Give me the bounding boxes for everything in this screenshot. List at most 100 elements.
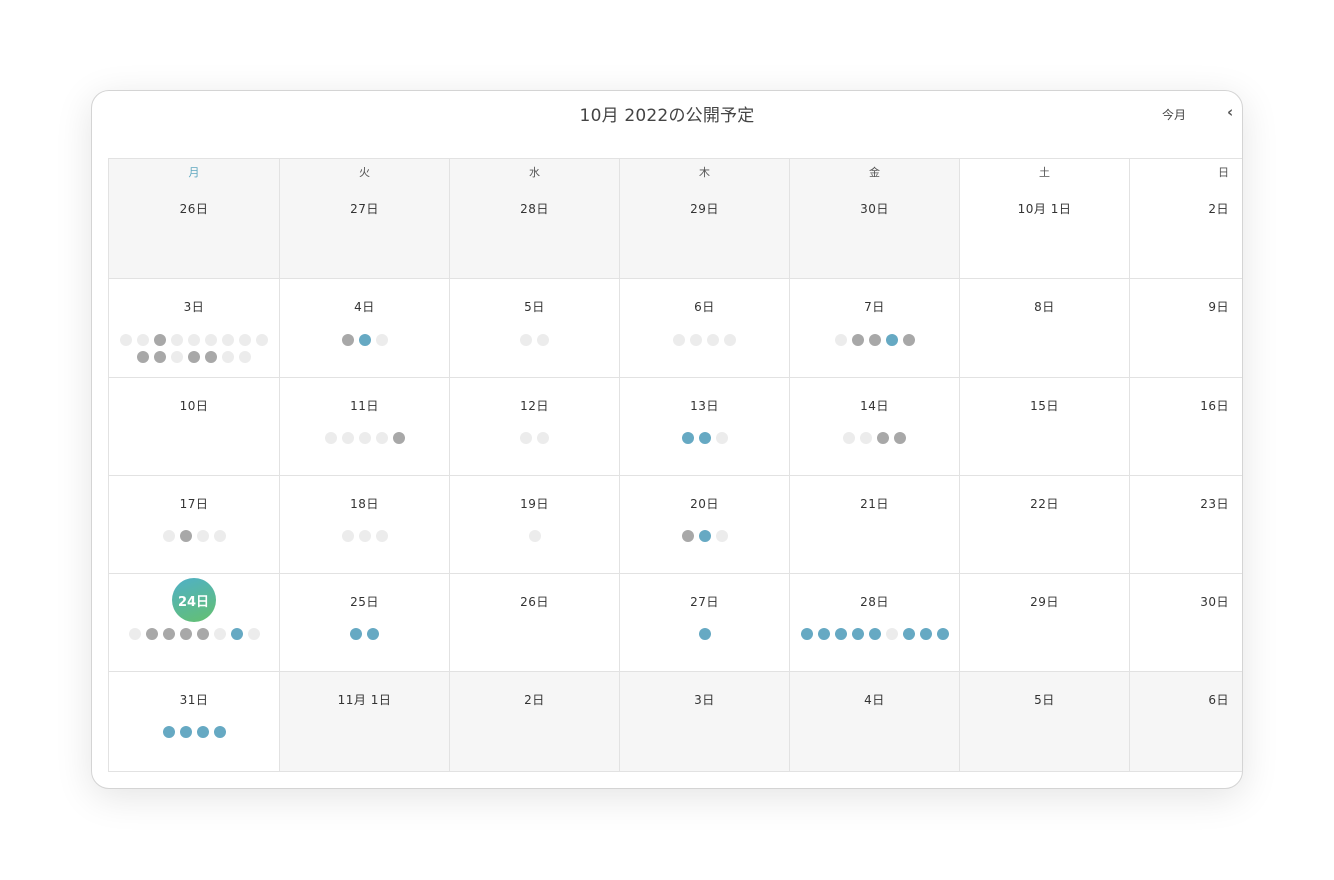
calendar-day-cell[interactable]: 19日 <box>450 476 620 573</box>
event-dot-empty[interactable] <box>715 530 728 542</box>
calendar-day-cell[interactable]: 15日 <box>960 378 1130 475</box>
event-dot-blue[interactable] <box>698 530 711 542</box>
calendar-day-cell[interactable]: 29日 <box>960 574 1130 671</box>
event-dot-empty[interactable] <box>137 334 149 346</box>
event-dot-gray[interactable] <box>179 628 192 640</box>
event-dot-blue[interactable] <box>358 334 371 346</box>
event-dot-blue[interactable] <box>919 628 932 640</box>
event-dot-blue[interactable] <box>885 334 898 346</box>
event-dot-empty[interactable] <box>537 334 549 346</box>
calendar-day-cell[interactable]: 11日 <box>280 378 450 475</box>
event-dot-empty[interactable] <box>171 334 183 346</box>
event-dot-empty[interactable] <box>341 530 354 542</box>
calendar-day-cell[interactable]: 金 30日 <box>790 159 960 278</box>
event-dot-blue[interactable] <box>350 628 362 640</box>
event-dot-empty[interactable] <box>358 432 371 444</box>
event-dot-gray[interactable] <box>681 530 694 542</box>
event-dot-empty[interactable] <box>358 530 371 542</box>
event-dot-blue[interactable] <box>698 628 711 640</box>
event-dot-empty[interactable] <box>528 530 541 542</box>
calendar-day-cell[interactable]: 4日 <box>280 279 450 377</box>
event-dot-empty[interactable] <box>520 334 532 346</box>
calendar-day-cell[interactable]: 23日 <box>1130 476 1242 573</box>
event-dot-gray[interactable] <box>154 351 166 363</box>
calendar-day-cell[interactable]: 25日 <box>280 574 450 671</box>
event-dot-empty[interactable] <box>188 334 200 346</box>
event-dot-blue[interactable] <box>179 726 192 738</box>
event-dot-empty[interactable] <box>222 334 234 346</box>
event-dot-blue[interactable] <box>230 628 243 640</box>
calendar-day-cell[interactable]: 土 10月 1日 <box>960 159 1130 278</box>
event-dot-empty[interactable] <box>690 334 702 346</box>
event-dot-blue[interactable] <box>681 432 694 444</box>
calendar-day-cell[interactable]: 10日 <box>109 378 280 475</box>
calendar-day-cell[interactable]: 水 28日 <box>450 159 620 278</box>
calendar-day-cell[interactable]: 26日 <box>450 574 620 671</box>
event-dot-empty[interactable] <box>222 351 234 363</box>
event-dot-empty[interactable] <box>860 432 872 444</box>
event-dot-blue[interactable] <box>817 628 830 640</box>
event-dot-gray[interactable] <box>162 628 175 640</box>
calendar-day-cell[interactable]: 月 26日 <box>109 159 280 278</box>
event-dot-empty[interactable] <box>715 432 728 444</box>
event-dot-empty[interactable] <box>162 530 175 542</box>
calendar-day-cell[interactable]: 4日 <box>790 672 960 771</box>
event-dot-blue[interactable] <box>936 628 949 640</box>
calendar-day-cell[interactable]: 12日 <box>450 378 620 475</box>
calendar-day-cell[interactable]: 木 29日 <box>620 159 790 278</box>
event-dot-gray[interactable] <box>145 628 158 640</box>
event-dot-empty[interactable] <box>213 530 226 542</box>
calendar-day-cell[interactable]: 28日 <box>790 574 960 671</box>
event-dot-empty[interactable] <box>537 432 549 444</box>
calendar-day-cell[interactable]: 9日 <box>1130 279 1242 377</box>
event-dot-blue[interactable] <box>213 726 226 738</box>
calendar-day-cell[interactable]: 31日 <box>109 672 280 771</box>
event-dot-empty[interactable] <box>375 432 388 444</box>
event-dot-blue[interactable] <box>162 726 175 738</box>
calendar-day-cell[interactable]: 日 2日 <box>1130 159 1242 278</box>
event-dot-gray[interactable] <box>137 351 149 363</box>
calendar-day-cell[interactable]: 24日 <box>109 574 280 671</box>
calendar-day-cell[interactable]: 3日 <box>620 672 790 771</box>
calendar-day-cell[interactable]: 14日 <box>790 378 960 475</box>
event-dot-empty[interactable] <box>885 628 898 640</box>
calendar-day-cell[interactable]: 27日 <box>620 574 790 671</box>
event-dot-empty[interactable] <box>375 334 388 346</box>
event-dot-empty[interactable] <box>520 432 532 444</box>
event-dot-empty[interactable] <box>213 628 226 640</box>
event-dot-blue[interactable] <box>698 432 711 444</box>
calendar-day-cell[interactable]: 8日 <box>960 279 1130 377</box>
event-dot-empty[interactable] <box>256 334 268 346</box>
calendar-day-cell[interactable]: 火 27日 <box>280 159 450 278</box>
event-dot-gray[interactable] <box>894 432 906 444</box>
event-dot-empty[interactable] <box>324 432 337 444</box>
today-marker[interactable]: 24日 <box>171 578 216 622</box>
this-month-button[interactable]: 今月 <box>1162 106 1186 123</box>
event-dot-gray[interactable] <box>868 334 881 346</box>
event-dot-empty[interactable] <box>843 432 855 444</box>
calendar-day-cell[interactable]: 13日 <box>620 378 790 475</box>
event-dot-blue[interactable] <box>868 628 881 640</box>
event-dot-gray[interactable] <box>179 530 192 542</box>
calendar-day-cell[interactable]: 22日 <box>960 476 1130 573</box>
event-dot-empty[interactable] <box>120 334 132 346</box>
event-dot-blue[interactable] <box>196 726 209 738</box>
calendar-day-cell[interactable]: 3日 <box>109 279 280 377</box>
event-dot-gray[interactable] <box>877 432 889 444</box>
event-dot-empty[interactable] <box>128 628 141 640</box>
event-dot-blue[interactable] <box>834 628 847 640</box>
calendar-day-cell[interactable]: 16日 <box>1130 378 1242 475</box>
event-dot-gray[interactable] <box>392 432 405 444</box>
calendar-day-cell[interactable]: 6日 <box>620 279 790 377</box>
calendar-day-cell[interactable]: 6日 <box>1130 672 1242 771</box>
calendar-day-cell[interactable]: 11月 1日 <box>280 672 450 771</box>
event-dot-blue[interactable] <box>851 628 864 640</box>
event-dot-gray[interactable] <box>902 334 915 346</box>
calendar-day-cell[interactable]: 30日 <box>1130 574 1242 671</box>
event-dot-gray[interactable] <box>205 351 217 363</box>
calendar-day-cell[interactable]: 2日 <box>450 672 620 771</box>
event-dot-empty[interactable] <box>375 530 388 542</box>
event-dot-gray[interactable] <box>851 334 864 346</box>
calendar-day-cell[interactable]: 5日 <box>960 672 1130 771</box>
event-dot-empty[interactable] <box>834 334 847 346</box>
